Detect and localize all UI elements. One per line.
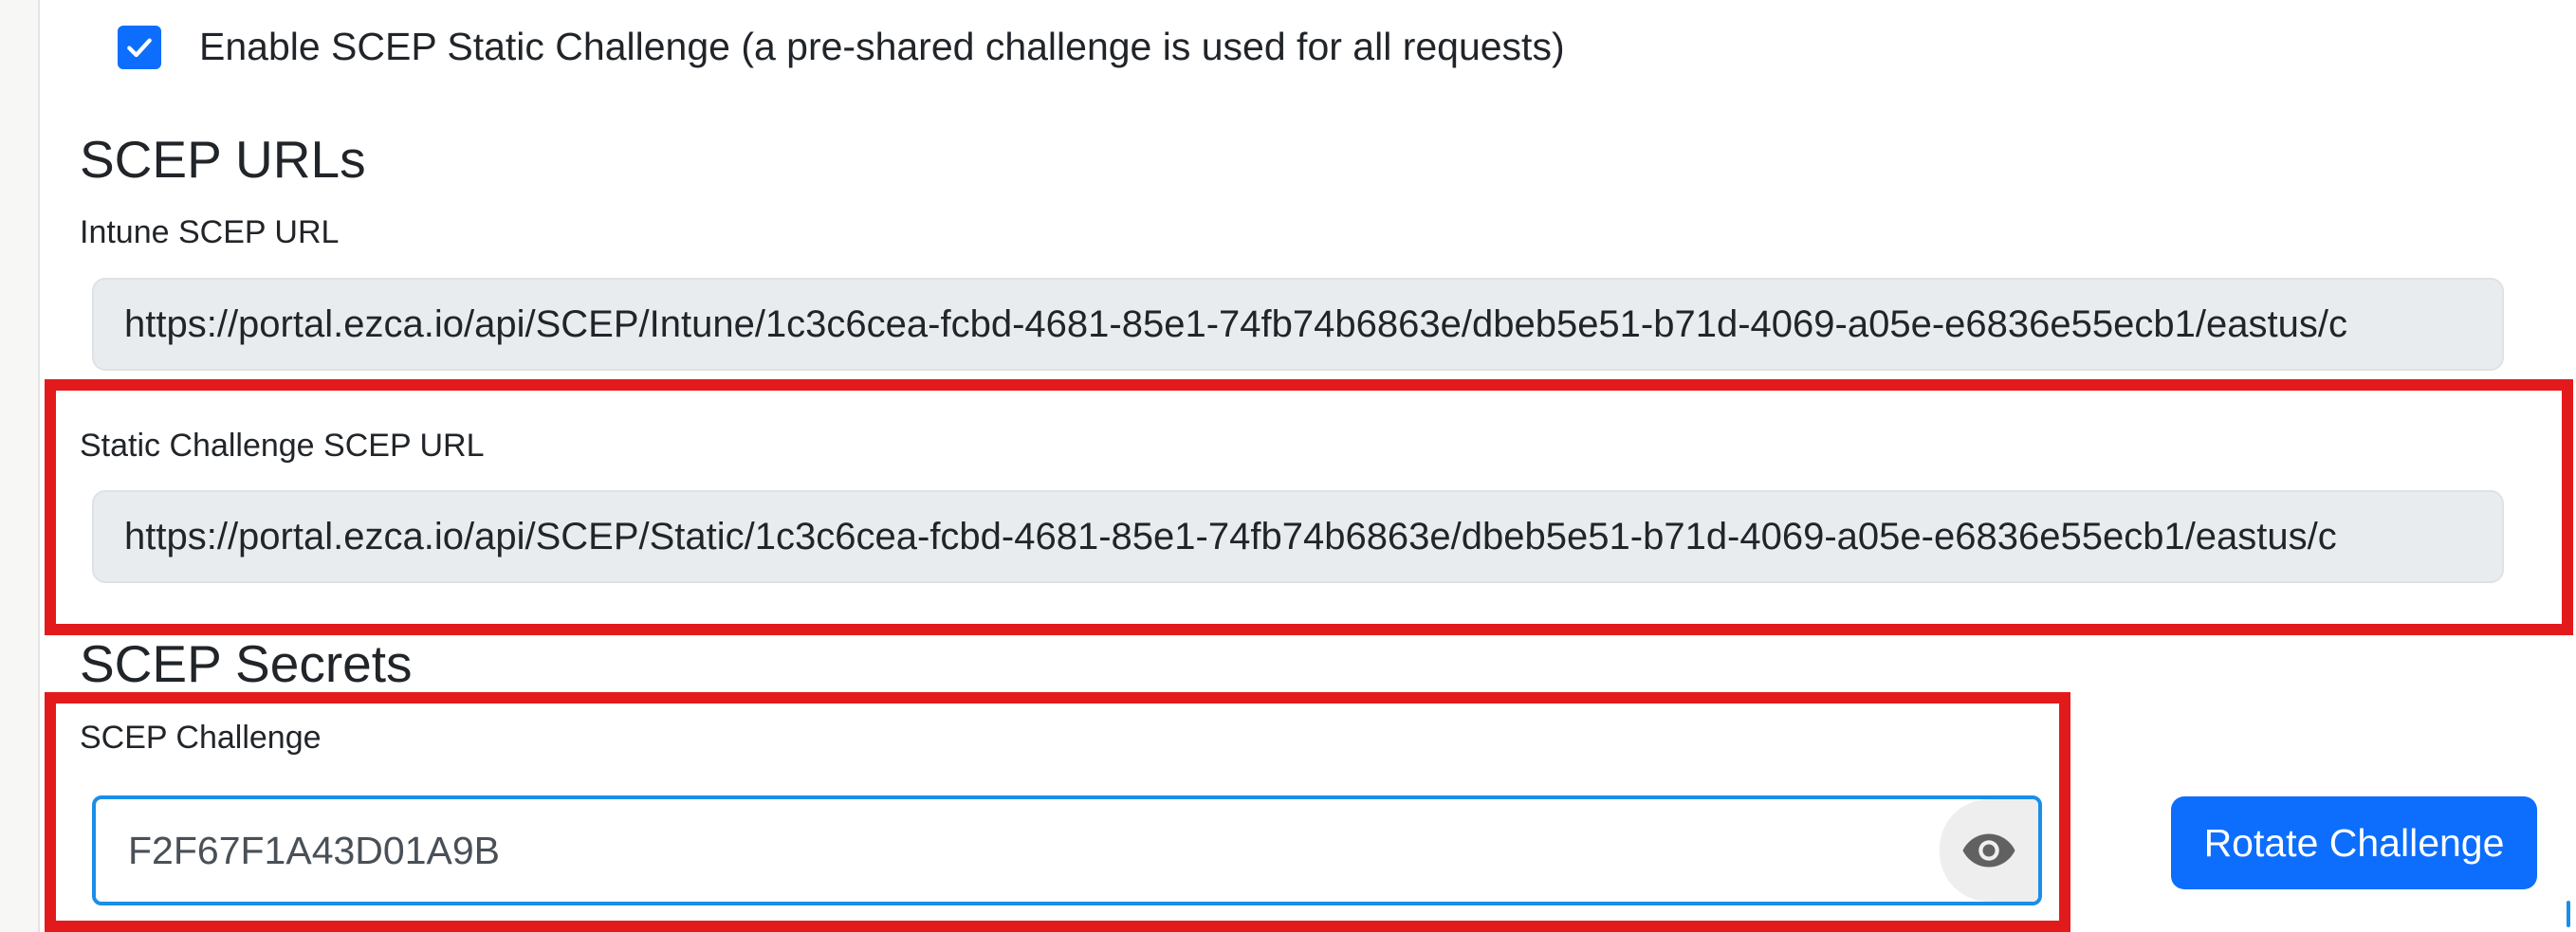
scep-challenge-label: SCEP Challenge: [80, 720, 322, 756]
rotate-challenge-button[interactable]: Rotate Challenge: [2171, 796, 2537, 889]
checkmark-icon: [127, 38, 152, 57]
static-scep-url-label: Static Challenge SCEP URL: [80, 428, 485, 464]
static-challenge-toggle-row[interactable]: Enable SCEP Static Challenge (a pre-shar…: [118, 25, 1565, 69]
static-challenge-label: Enable SCEP Static Challenge (a pre-shar…: [199, 25, 1565, 68]
static-challenge-checkbox[interactable]: [118, 25, 161, 69]
left-rail: [0, 0, 40, 932]
static-scep-url-value: https://portal.ezca.io/api/SCEP/Static/1…: [124, 515, 2337, 557]
eye-icon: [1962, 833, 2015, 868]
reveal-challenge-button[interactable]: [1940, 799, 2038, 902]
intune-scep-url-label: Intune SCEP URL: [80, 214, 340, 250]
scep-urls-heading: SCEP URLs: [80, 130, 366, 189]
intune-scep-url-value: https://portal.ezca.io/api/SCEP/Intune/1…: [124, 302, 2347, 345]
scep-challenge-field[interactable]: [92, 795, 2042, 905]
intune-scep-url-field[interactable]: https://portal.ezca.io/api/SCEP/Intune/1…: [92, 278, 2504, 371]
scep-secrets-heading: SCEP Secrets: [80, 634, 413, 693]
scep-challenge-input[interactable]: [96, 799, 1879, 902]
static-scep-url-field[interactable]: https://portal.ezca.io/api/SCEP/Static/1…: [92, 490, 2504, 583]
scroll-edge-mark: [2567, 901, 2570, 927]
